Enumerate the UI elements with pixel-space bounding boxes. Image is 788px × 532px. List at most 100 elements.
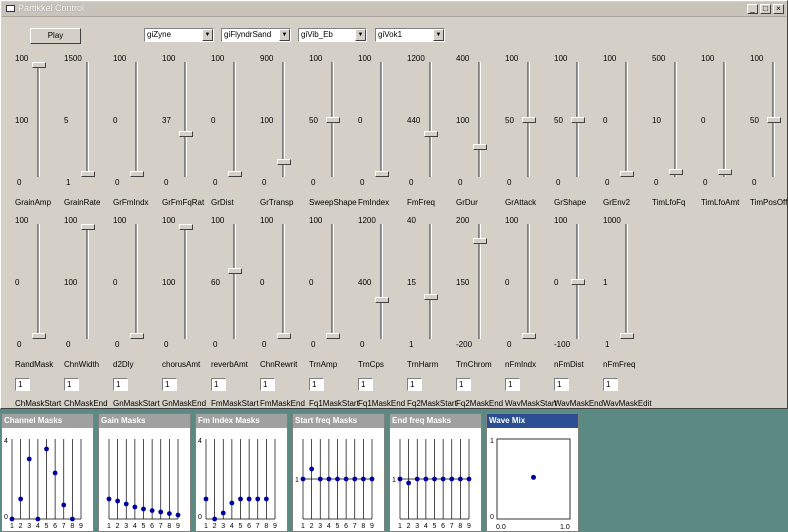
panel-channel-masks[interactable]: Channel Masks 1 2 3 4 5 6 7 8 9 4 0 [1,413,94,532]
mask-number-box[interactable]: 1 [15,378,30,391]
mask-number-box[interactable]: 1 [603,378,618,391]
panel-end-freq-masks[interactable]: End freq Masks 1 2 3 4 5 6 7 8 9 1 [389,413,482,532]
slider-track[interactable] [478,62,481,177]
slider-track[interactable] [86,62,89,177]
mask-number-box[interactable]: 1 [260,378,275,391]
panel-wave-mix[interactable]: Wave Mix 1 0 0.0 1.0 [486,413,579,532]
slider-thumb[interactable] [620,171,634,177]
slider-track[interactable] [184,224,187,339]
mask-number-box[interactable]: 1 [64,378,79,391]
x-tick-label: 7 [62,523,66,530]
slider-thumb[interactable] [473,237,487,244]
slider-thumb[interactable] [81,224,95,230]
slider-thumb[interactable] [767,116,781,123]
slider-track[interactable] [282,224,285,339]
slider-track[interactable] [625,224,628,339]
slider-thumb[interactable] [130,171,144,177]
combo-waveform-4[interactable]: giVok1 ▼ [375,28,445,42]
slider-track[interactable] [184,62,187,177]
slider-thumb[interactable] [718,168,732,175]
mask-point [35,516,41,522]
mask-number-box[interactable]: 1 [162,378,177,391]
panel-gain-masks[interactable]: Gain Masks 1 2 3 4 5 6 7 8 9 [98,413,191,532]
combo-waveform-3[interactable]: giVib_Eb ▼ [298,28,367,42]
slider-max-label: 900 [260,54,274,63]
slider-track[interactable] [233,62,236,177]
panel-start-freq-masks[interactable]: Start freq Masks 1 2 3 4 5 6 7 8 9 1 [292,413,385,532]
mask-number-box[interactable]: 1 [309,378,324,391]
slider-track[interactable] [527,224,530,339]
slider-thumb[interactable] [620,333,634,339]
slider-thumb[interactable] [571,278,585,285]
slider-track[interactable] [135,62,138,177]
slider-thumb[interactable] [81,171,95,177]
slider-track[interactable] [380,224,383,339]
slider-track[interactable] [37,224,40,339]
mask-number-box[interactable]: 1 [554,378,569,391]
slider-track[interactable] [135,224,138,339]
window-titlebar[interactable]: Partikkel Control _ □ × [2,2,786,17]
slider-min-label: 0 [115,178,120,187]
mask-point [166,511,172,516]
slider-thumb[interactable] [522,116,536,123]
slider-value-label: 1 [603,278,608,287]
chevron-down-icon[interactable]: ▼ [433,29,444,41]
slider-track[interactable] [723,62,726,177]
panel-fm-index-masks[interactable]: Fm Index Masks 1 2 3 4 5 6 7 8 9 4 0 [195,413,288,532]
combo-waveform-1[interactable]: giZyne ▼ [144,28,214,42]
x-tick-label: 2 [407,523,411,530]
minimize-button[interactable]: _ [747,4,758,14]
mask-number-box[interactable]: 1 [358,378,373,391]
slider-track[interactable] [331,224,334,339]
slider-track[interactable] [429,224,432,339]
slider-thumb[interactable] [130,333,144,339]
play-button[interactable]: Play [30,28,81,44]
slider-thumb[interactable] [228,171,242,177]
slider-thumb[interactable] [179,130,193,137]
slider-track[interactable] [429,62,432,177]
slider-track[interactable] [233,224,236,339]
slider-thumb[interactable] [571,116,585,123]
combo-waveform-2[interactable]: giFlyndrSand ▼ [221,28,291,42]
maximize-button[interactable]: □ [760,4,771,14]
mask-number-box[interactable]: 1 [211,378,226,391]
slider-thumb[interactable] [424,293,438,300]
chevron-down-icon[interactable]: ▼ [355,29,366,41]
slider-thumb[interactable] [277,159,291,165]
slider-track[interactable] [674,62,677,177]
slider-min-label: 0 [458,178,463,187]
slider-thumb[interactable] [424,130,438,137]
slider-thumb[interactable] [669,168,683,175]
slider-track[interactable] [37,62,40,177]
mask-number-label: Fq1MaskEnd [358,399,406,408]
mask-number-box[interactable]: 1 [456,378,471,391]
slider-value-label: 0 [113,278,118,287]
mask-number-box[interactable]: 1 [505,378,520,391]
slider-thumb[interactable] [473,143,487,150]
slider-thumb[interactable] [179,224,193,230]
chevron-down-icon[interactable]: ▼ [202,29,213,41]
chevron-down-icon[interactable]: ▼ [279,29,290,41]
slider-thumb[interactable] [228,267,242,274]
slider-max-label: 40 [407,216,416,225]
slider-track[interactable] [625,62,628,177]
slider-thumb[interactable] [32,333,46,339]
slider-track[interactable] [86,224,89,339]
slider-thumb[interactable] [326,333,340,339]
slider-max-label: 400 [456,54,470,63]
slider-thumb[interactable] [522,333,536,339]
x-tick-label: 4 [230,523,234,530]
slider-track[interactable] [380,62,383,177]
mask-number-box[interactable]: 1 [113,378,128,391]
slider-thumb[interactable] [375,297,389,304]
slider-thumb[interactable] [375,171,389,177]
close-button[interactable]: × [773,4,784,14]
slider-thumb[interactable] [277,333,291,339]
slider-thumb[interactable] [32,62,46,68]
slider-thumb[interactable] [326,116,340,123]
x-tick-label: 5 [45,523,49,530]
mask-point [246,496,252,502]
panel-title: Wave Mix [487,414,578,428]
mask-number-box[interactable]: 1 [407,378,422,391]
slider-value-label: 50 [750,116,759,125]
